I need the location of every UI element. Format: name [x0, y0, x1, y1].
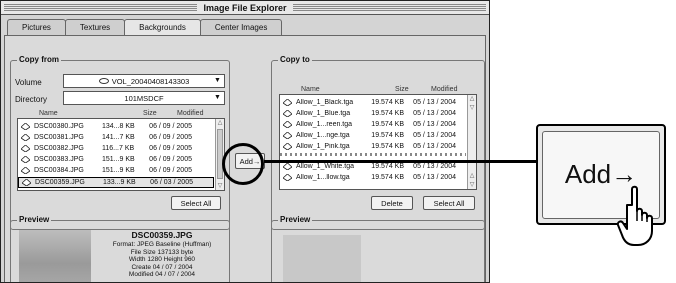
volume-select[interactable]: VOL_20040408143303 ▼	[63, 74, 225, 88]
file-icon	[21, 167, 30, 174]
preview-create-date: Create 04 / 07 / 2004	[131, 263, 193, 271]
list-item[interactable]: DSC00382.JPG 116...7 KB 06 / 09 / 2005	[18, 143, 214, 154]
list-item-selected[interactable]: DSC00359.JPG 133...9 KB 06 / 03 / 2005	[18, 177, 214, 188]
volume-value: VOL_20040408143303	[111, 76, 190, 86]
source-file-list[interactable]: DSC00380.JPG 134...8 KB 06 / 09 / 2005 D…	[17, 118, 225, 191]
preview-image	[19, 230, 91, 282]
tab-center-images[interactable]: Center Images	[199, 19, 283, 35]
destination-list-scrollbar[interactable]: △ ▽ △ ▽	[467, 95, 476, 189]
volume-label: Volume	[15, 78, 42, 87]
file-icon	[21, 145, 30, 152]
image-file-explorer-window: Image File Explorer Pictures Textures Ba…	[0, 0, 490, 283]
preview-right-placeholder	[283, 235, 361, 282]
directory-value: 101MSDCF	[124, 93, 164, 103]
select-all-destination-button[interactable]: Select All	[423, 196, 475, 210]
preview-info: DSC00359.JPG Format: JPEG Baseline (Huff…	[97, 230, 227, 279]
preview-right-title: Preview	[278, 215, 313, 224]
scroll-up-icon[interactable]: △	[468, 172, 476, 180]
file-icon	[283, 110, 292, 117]
file-icon	[21, 134, 30, 141]
from-col-name: Name	[39, 110, 58, 117]
list-item[interactable]: Allow_1...nge.tga 19.574 KB 05 / 13 / 20…	[280, 130, 466, 141]
to-col-modified: Modified	[431, 86, 458, 93]
list-item[interactable]: DSC00384.JPG 151...9 KB 06 / 09 / 2005	[18, 165, 214, 176]
disk-icon	[98, 78, 109, 84]
copy-from-title: Copy from	[17, 55, 61, 64]
delete-button[interactable]: Delete	[371, 196, 413, 210]
file-icon	[283, 163, 292, 170]
file-icon	[22, 179, 31, 186]
list-item[interactable]: DSC00380.JPG 134...8 KB 06 / 09 / 2005	[18, 121, 214, 132]
title-bar[interactable]: Image File Explorer	[1, 1, 489, 15]
file-icon	[283, 132, 292, 139]
tab-pictures[interactable]: Pictures	[7, 19, 66, 35]
tab-textures[interactable]: Textures	[64, 19, 126, 35]
directory-label: Directory	[15, 95, 48, 104]
file-icon	[21, 156, 30, 163]
list-item[interactable]: Allow_1_Pink.tga 19.574 KB 05 / 13 / 200…	[280, 141, 466, 152]
list-item[interactable]: Allow_1_Black.tga 19.574 KB 05 / 13 / 20…	[280, 97, 466, 108]
highlight-circle	[222, 143, 264, 185]
tab-bar: Pictures Textures Backgrounds Center Ima…	[7, 19, 283, 36]
clipped-row-fragment	[280, 153, 466, 156]
tab-backgrounds[interactable]: Backgrounds	[124, 19, 201, 36]
scroll-up-icon[interactable]: △	[216, 119, 224, 127]
scroll-thumb[interactable]	[217, 129, 223, 179]
to-col-name: Name	[301, 86, 320, 93]
source-list-scrollbar[interactable]: △ ▽	[215, 119, 224, 190]
select-all-source-button[interactable]: Select All	[171, 196, 221, 210]
scroll-down-icon[interactable]: ▽	[468, 104, 476, 112]
copy-to-title: Copy to	[278, 55, 312, 64]
list-item[interactable]: DSC00383.JPG 151...9 KB 06 / 09 / 2005	[18, 154, 214, 165]
file-icon	[283, 99, 292, 106]
preview-file-size: File Size 137133 byte	[130, 248, 194, 256]
from-col-modified: Modified	[177, 110, 204, 117]
file-icon	[21, 123, 30, 130]
file-icon	[283, 121, 292, 128]
preview-filename: DSC00359.JPG	[131, 230, 193, 240]
file-icon	[283, 174, 292, 181]
pointing-hand-icon	[616, 185, 653, 246]
scroll-down-icon[interactable]: ▽	[468, 181, 476, 189]
list-item[interactable]: Allow_1_Blue.tga 19.574 KB 05 / 13 / 200…	[280, 108, 466, 119]
to-col-size: Size	[395, 86, 409, 93]
scroll-up-icon[interactable]: △	[468, 95, 476, 103]
list-item[interactable]: DSC00381.JPG 141...7 KB 06 / 09 / 2005	[18, 132, 214, 143]
from-col-size: Size	[143, 110, 157, 117]
preview-dimensions: Width 1280 Height 960	[128, 256, 196, 263]
directory-select[interactable]: 101MSDCF ▼	[63, 91, 225, 105]
list-item[interactable]: Allow_1...llow.tga 19.574 KB 05 / 13 / 2…	[280, 172, 466, 183]
destination-file-list[interactable]: Allow_1_Black.tga 19.574 KB 05 / 13 / 20…	[279, 94, 477, 190]
preview-modified-date: Modified 04 / 07 / 2004	[128, 271, 196, 278]
chevron-down-icon: ▼	[214, 94, 221, 101]
list-item[interactable]: Allow_1...reen.tga 19.574 KB 05 / 13 / 2…	[280, 119, 466, 130]
chevron-down-icon: ▼	[214, 77, 221, 84]
window-title: Image File Explorer	[197, 2, 293, 13]
scroll-down-icon[interactable]: ▽	[216, 182, 224, 190]
callout-connector-line	[264, 160, 536, 163]
preview-format: Format: JPEG Baseline (Huffman)	[112, 241, 212, 248]
file-icon	[283, 143, 292, 150]
preview-left-title: Preview	[17, 215, 52, 224]
